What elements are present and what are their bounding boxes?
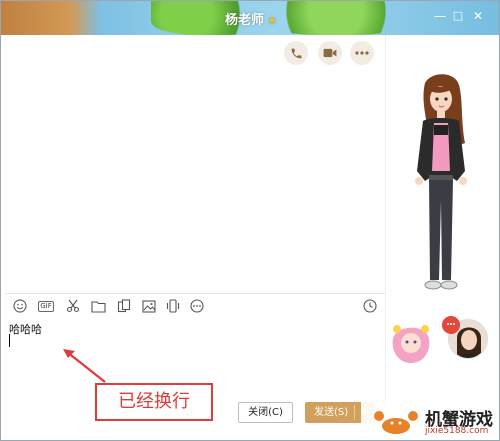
chat-history-button[interactable]: [362, 298, 378, 314]
phone-icon: [291, 48, 301, 58]
character-avatar-image: [415, 74, 467, 290]
message-input[interactable]: 哈哈哈: [9, 321, 42, 337]
close-button[interactable]: 关闭(C): [238, 402, 293, 423]
emoji-button[interactable]: [12, 298, 28, 314]
folder-icon: [90, 300, 106, 313]
annotation-arrow: [63, 349, 106, 383]
send-image-button[interactable]: [141, 298, 157, 314]
more-tools-button[interactable]: [189, 298, 205, 314]
emoji-icon: [13, 299, 27, 313]
more-options-button[interactable]: [350, 41, 374, 65]
message-area[interactable]: [5, 35, 385, 293]
file-transfer-button[interactable]: [116, 298, 132, 314]
shake-button[interactable]: [165, 298, 181, 314]
chat-window: 杨老师 ★ — □ ✕ GIF 哈哈哈 已经换行 关闭(C) 发送(S) 机蟹游…: [0, 0, 500, 441]
sticker-image: [392, 325, 430, 363]
send-label: 发送(S): [314, 407, 349, 418]
crab-logo-icon: [374, 411, 418, 434]
text-cursor: [9, 334, 10, 347]
message-bubble-icon: [442, 316, 460, 334]
send-file-button[interactable]: [90, 298, 106, 314]
screenshot-button[interactable]: [65, 298, 81, 314]
divider: [354, 405, 355, 420]
file-transfer-icon: [117, 299, 131, 313]
star-icon: ★: [267, 14, 277, 27]
scissors-icon: [66, 299, 80, 313]
annotation-label: 已经换行: [95, 383, 213, 421]
history-icon: [363, 299, 377, 313]
maximize-button[interactable]: □: [451, 9, 465, 23]
divider: [5, 293, 385, 294]
watermark-url: jixie5188.com: [425, 426, 489, 436]
more-icon: [355, 51, 369, 55]
contact-name: 杨老师: [225, 13, 265, 28]
more-icon: [190, 299, 204, 313]
gif-button[interactable]: GIF: [36, 298, 56, 314]
video-call-button[interactable]: [318, 41, 342, 65]
gif-icon: GIF: [38, 300, 54, 312]
window-title: 杨老师 ★: [1, 9, 499, 28]
voice-call-button[interactable]: [284, 41, 308, 65]
shake-icon: [166, 299, 180, 313]
title-bar[interactable]: 杨老师 ★ — □ ✕: [1, 1, 499, 35]
minimize-button[interactable]: —: [433, 9, 447, 23]
close-window-button[interactable]: ✕: [471, 9, 485, 23]
image-icon: [142, 299, 156, 313]
video-icon: [323, 48, 337, 58]
